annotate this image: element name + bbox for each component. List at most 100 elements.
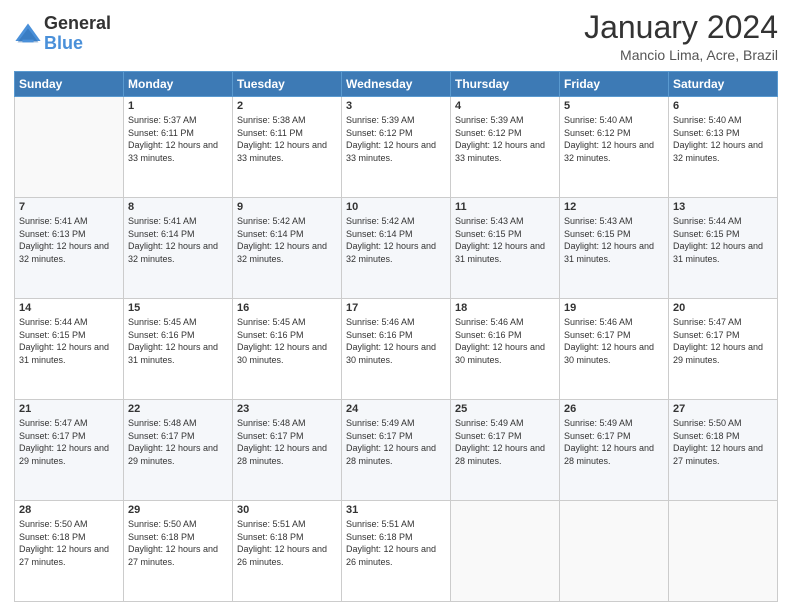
calendar-header: SundayMondayTuesdayWednesdayThursdayFrid… bbox=[15, 72, 778, 97]
header: General Blue January 2024 Mancio Lima, A… bbox=[14, 10, 778, 63]
day-cell: 25 Sunrise: 5:49 AMSunset: 6:17 PMDayligh… bbox=[451, 400, 560, 501]
day-cell: 14 Sunrise: 5:44 AMSunset: 6:15 PMDayligh… bbox=[15, 299, 124, 400]
month-title: January 2024 bbox=[584, 10, 778, 45]
day-number: 2 bbox=[237, 100, 337, 112]
day-number: 8 bbox=[128, 201, 228, 213]
cell-info: Sunrise: 5:50 AMSunset: 6:18 PMDaylight:… bbox=[128, 518, 228, 568]
day-number: 26 bbox=[564, 403, 664, 415]
cell-info: Sunrise: 5:51 AMSunset: 6:18 PMDaylight:… bbox=[346, 518, 446, 568]
cell-info: Sunrise: 5:43 AMSunset: 6:15 PMDaylight:… bbox=[564, 215, 664, 265]
week-row-1: 7 Sunrise: 5:41 AMSunset: 6:13 PMDaylight… bbox=[15, 198, 778, 299]
day-number: 7 bbox=[19, 201, 119, 213]
day-cell: 30Sunrise: 5:51 AMSunset: 6:18 PMDayligh… bbox=[233, 501, 342, 602]
cell-info: Sunrise: 5:48 AMSunset: 6:17 PMDaylight:… bbox=[128, 417, 228, 467]
day-cell: 3 Sunrise: 5:39 AMSunset: 6:12 PMDaylight… bbox=[342, 97, 451, 198]
day-number: 16 bbox=[237, 302, 337, 314]
day-number: 10 bbox=[346, 201, 446, 213]
week-row-2: 14 Sunrise: 5:44 AMSunset: 6:15 PMDayligh… bbox=[15, 299, 778, 400]
cell-info: Sunrise: 5:40 AMSunset: 6:13 PMDaylight:… bbox=[673, 114, 773, 164]
location: Mancio Lima, Acre, Brazil bbox=[584, 47, 778, 63]
day-header-saturday: Saturday bbox=[669, 72, 778, 97]
logo-text: General Blue bbox=[44, 14, 111, 54]
day-cell: 10Sunrise: 5:42 AMSunset: 6:14 PMDayligh… bbox=[342, 198, 451, 299]
cell-info: Sunrise: 5:37 AMSunset: 6:11 PMDaylight:… bbox=[128, 114, 228, 164]
day-number: 12 bbox=[564, 201, 664, 213]
cell-info: Sunrise: 5:50 AMSunset: 6:18 PMDaylight:… bbox=[19, 518, 119, 568]
day-number: 29 bbox=[128, 504, 228, 516]
day-cell: 20Sunrise: 5:47 AMSunset: 6:17 PMDayligh… bbox=[669, 299, 778, 400]
day-cell: 26 Sunrise: 5:49 AMSunset: 6:17 PMDayligh… bbox=[560, 400, 669, 501]
cell-info: Sunrise: 5:50 AMSunset: 6:18 PMDaylight:… bbox=[673, 417, 773, 467]
day-cell: 11Sunrise: 5:43 AMSunset: 6:15 PMDayligh… bbox=[451, 198, 560, 299]
day-number: 4 bbox=[455, 100, 555, 112]
day-cell bbox=[451, 501, 560, 602]
day-cell: 29 Sunrise: 5:50 AMSunset: 6:18 PMDayligh… bbox=[124, 501, 233, 602]
day-cell: 15Sunrise: 5:45 AMSunset: 6:16 PMDayligh… bbox=[124, 299, 233, 400]
day-number: 19 bbox=[564, 302, 664, 314]
cell-info: Sunrise: 5:44 AMSunset: 6:15 PMDaylight:… bbox=[19, 316, 119, 366]
cell-info: Sunrise: 5:39 AMSunset: 6:12 PMDaylight:… bbox=[455, 114, 555, 164]
day-header-tuesday: Tuesday bbox=[233, 72, 342, 97]
day-number: 28 bbox=[19, 504, 119, 516]
cell-info: Sunrise: 5:49 AMSunset: 6:17 PMDaylight:… bbox=[564, 417, 664, 467]
day-number: 23 bbox=[237, 403, 337, 415]
day-cell: 23 Sunrise: 5:48 AMSunset: 6:17 PMDayligh… bbox=[233, 400, 342, 501]
header-row: SundayMondayTuesdayWednesdayThursdayFrid… bbox=[15, 72, 778, 97]
day-number: 14 bbox=[19, 302, 119, 314]
day-cell: 24Sunrise: 5:49 AMSunset: 6:17 PMDayligh… bbox=[342, 400, 451, 501]
day-number: 21 bbox=[19, 403, 119, 415]
cell-info: Sunrise: 5:45 AMSunset: 6:16 PMDaylight:… bbox=[128, 316, 228, 366]
day-number: 22 bbox=[128, 403, 228, 415]
cell-info: Sunrise: 5:38 AMSunset: 6:11 PMDaylight:… bbox=[237, 114, 337, 164]
cell-info: Sunrise: 5:43 AMSunset: 6:15 PMDaylight:… bbox=[455, 215, 555, 265]
day-number: 5 bbox=[564, 100, 664, 112]
day-cell: 12 Sunrise: 5:43 AMSunset: 6:15 PMDayligh… bbox=[560, 198, 669, 299]
day-number: 31 bbox=[346, 504, 446, 516]
day-number: 9 bbox=[237, 201, 337, 213]
cell-info: Sunrise: 5:47 AMSunset: 6:17 PMDaylight:… bbox=[673, 316, 773, 366]
week-row-0: 1 Sunrise: 5:37 AMSunset: 6:11 PMDaylight… bbox=[15, 97, 778, 198]
day-cell: 21 Sunrise: 5:47 AMSunset: 6:17 PMDayligh… bbox=[15, 400, 124, 501]
day-header-thursday: Thursday bbox=[451, 72, 560, 97]
cell-info: Sunrise: 5:46 AMSunset: 6:16 PMDaylight:… bbox=[346, 316, 446, 366]
day-number: 13 bbox=[673, 201, 773, 213]
day-number: 1 bbox=[128, 100, 228, 112]
day-cell: 8 Sunrise: 5:41 AMSunset: 6:14 PMDaylight… bbox=[124, 198, 233, 299]
week-row-3: 21 Sunrise: 5:47 AMSunset: 6:17 PMDayligh… bbox=[15, 400, 778, 501]
page: General Blue January 2024 Mancio Lima, A… bbox=[0, 0, 792, 612]
day-cell bbox=[669, 501, 778, 602]
cell-info: Sunrise: 5:39 AMSunset: 6:12 PMDaylight:… bbox=[346, 114, 446, 164]
day-cell: 28 Sunrise: 5:50 AMSunset: 6:18 PMDayligh… bbox=[15, 501, 124, 602]
day-header-friday: Friday bbox=[560, 72, 669, 97]
cell-info: Sunrise: 5:44 AMSunset: 6:15 PMDaylight:… bbox=[673, 215, 773, 265]
day-header-monday: Monday bbox=[124, 72, 233, 97]
day-cell: 9 Sunrise: 5:42 AMSunset: 6:14 PMDaylight… bbox=[233, 198, 342, 299]
cell-info: Sunrise: 5:48 AMSunset: 6:17 PMDaylight:… bbox=[237, 417, 337, 467]
day-cell: 5 Sunrise: 5:40 AMSunset: 6:12 PMDaylight… bbox=[560, 97, 669, 198]
day-number: 25 bbox=[455, 403, 555, 415]
cell-info: Sunrise: 5:40 AMSunset: 6:12 PMDaylight:… bbox=[564, 114, 664, 164]
day-cell: 17Sunrise: 5:46 AMSunset: 6:16 PMDayligh… bbox=[342, 299, 451, 400]
day-number: 3 bbox=[346, 100, 446, 112]
cell-info: Sunrise: 5:47 AMSunset: 6:17 PMDaylight:… bbox=[19, 417, 119, 467]
cell-info: Sunrise: 5:42 AMSunset: 6:14 PMDaylight:… bbox=[237, 215, 337, 265]
cell-info: Sunrise: 5:46 AMSunset: 6:16 PMDaylight:… bbox=[455, 316, 555, 366]
day-cell: 1 Sunrise: 5:37 AMSunset: 6:11 PMDaylight… bbox=[124, 97, 233, 198]
day-cell: 13 Sunrise: 5:44 AMSunset: 6:15 PMDayligh… bbox=[669, 198, 778, 299]
cell-info: Sunrise: 5:49 AMSunset: 6:17 PMDaylight:… bbox=[455, 417, 555, 467]
day-number: 27 bbox=[673, 403, 773, 415]
day-cell: 6 Sunrise: 5:40 AMSunset: 6:13 PMDaylight… bbox=[669, 97, 778, 198]
logo-blue: Blue bbox=[44, 33, 83, 53]
title-block: January 2024 Mancio Lima, Acre, Brazil bbox=[584, 10, 778, 63]
day-cell: 19 Sunrise: 5:46 AMSunset: 6:17 PMDayligh… bbox=[560, 299, 669, 400]
cell-info: Sunrise: 5:41 AMSunset: 6:13 PMDaylight:… bbox=[19, 215, 119, 265]
day-header-sunday: Sunday bbox=[15, 72, 124, 97]
day-cell: 31 Sunrise: 5:51 AMSunset: 6:18 PMDayligh… bbox=[342, 501, 451, 602]
day-number: 30 bbox=[237, 504, 337, 516]
cell-info: Sunrise: 5:46 AMSunset: 6:17 PMDaylight:… bbox=[564, 316, 664, 366]
day-cell: 7 Sunrise: 5:41 AMSunset: 6:13 PMDaylight… bbox=[15, 198, 124, 299]
cell-info: Sunrise: 5:41 AMSunset: 6:14 PMDaylight:… bbox=[128, 215, 228, 265]
day-number: 18 bbox=[455, 302, 555, 314]
day-number: 6 bbox=[673, 100, 773, 112]
day-cell: 2 Sunrise: 5:38 AMSunset: 6:11 PMDaylight… bbox=[233, 97, 342, 198]
